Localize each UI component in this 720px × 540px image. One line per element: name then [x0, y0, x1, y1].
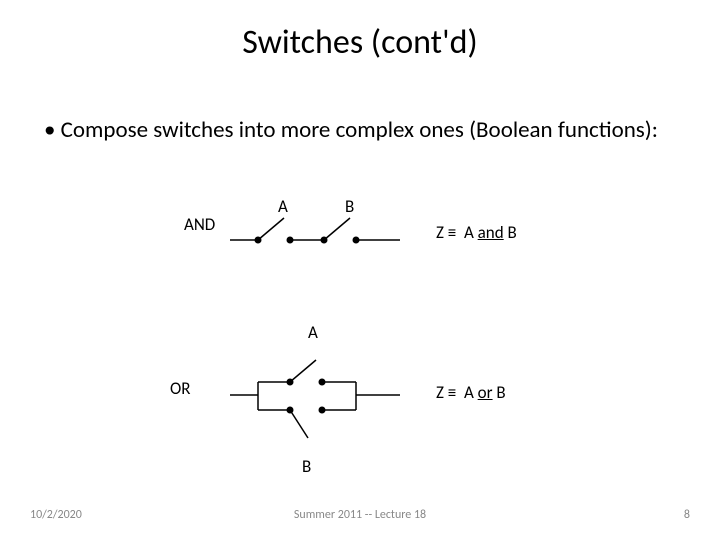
eq-op-and: and	[478, 222, 504, 243]
and-circuit-diagram	[230, 212, 400, 252]
or-label: OR	[170, 378, 191, 399]
footer-center: Summer 2011 -- Lecture 18	[0, 508, 720, 522]
footer-page-number: 8	[684, 508, 690, 522]
eq-z: Z	[436, 222, 444, 243]
and-equation: Z ≡ A and B	[436, 222, 517, 243]
eq-z: Z	[436, 382, 444, 403]
eq-a: A	[464, 382, 474, 403]
or-equation: Z ≡ A or B	[436, 382, 506, 403]
eq-a: A	[464, 222, 474, 243]
or-circuit-diagram	[230, 340, 400, 460]
and-label: AND	[184, 214, 215, 235]
equiv-symbol: ≡	[448, 382, 456, 403]
equiv-symbol: ≡	[448, 222, 456, 243]
eq-b: B	[496, 382, 505, 403]
bullet-text: Compose switches into more complex ones …	[44, 116, 684, 145]
eq-op-or: or	[478, 382, 493, 403]
eq-b: B	[508, 222, 517, 243]
slide-title: Switches (cont'd)	[0, 22, 720, 63]
